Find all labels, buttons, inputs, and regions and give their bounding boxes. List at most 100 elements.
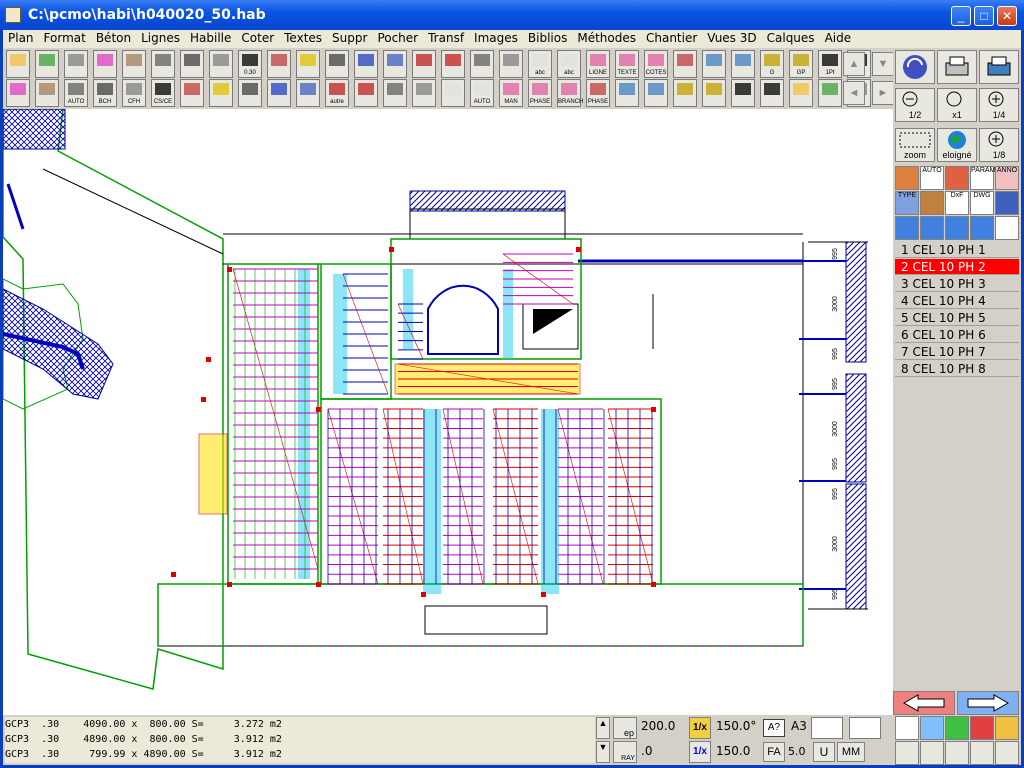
anno-button[interactable]: ANNO xyxy=(995,166,1019,190)
toolbar-button[interactable] xyxy=(702,79,726,107)
menu-item[interactable]: Méthodes xyxy=(572,30,641,45)
toolbar-button[interactable] xyxy=(64,50,88,78)
toolbar-button[interactable]: LIGNE xyxy=(586,50,610,78)
type-button[interactable]: TYPE xyxy=(895,191,919,215)
layer-item[interactable]: 8 CEL 10 PH 8 xyxy=(895,361,1019,377)
scroll-up-icon[interactable]: ▲ xyxy=(596,717,610,739)
menu-item[interactable]: Pocher xyxy=(372,30,423,45)
toolbar-button[interactable]: abc xyxy=(557,50,581,78)
toolbar-button[interactable] xyxy=(702,50,726,78)
fa-value[interactable]: 5.0 xyxy=(788,745,806,758)
field-box-2[interactable] xyxy=(849,717,881,739)
toolbar-button[interactable]: COTES xyxy=(644,50,668,78)
toolbar-button[interactable] xyxy=(789,79,813,107)
arc-snap-icon[interactable] xyxy=(995,716,1019,740)
toolbar-button[interactable] xyxy=(238,79,262,107)
line-snap-icon[interactable] xyxy=(970,716,994,740)
align-middle-icon[interactable] xyxy=(945,216,969,240)
onex-button-alt[interactable]: 1/x xyxy=(689,741,711,763)
toolbar-button[interactable] xyxy=(760,79,784,107)
menu-item[interactable]: Calques xyxy=(762,30,820,45)
diagonal-icon[interactable] xyxy=(970,741,994,765)
param-grid-icon[interactable] xyxy=(945,166,969,190)
toolbar-button[interactable] xyxy=(180,79,204,107)
toolbar-button[interactable]: CFH xyxy=(122,79,146,107)
toolbar-button[interactable] xyxy=(93,50,117,78)
u-button[interactable]: U xyxy=(813,742,835,762)
zoom-x1-button[interactable]: x1 xyxy=(937,88,977,122)
toolbar-button[interactable] xyxy=(412,50,436,78)
toolbar-button[interactable] xyxy=(151,50,175,78)
toolbar-button[interactable]: PHASE xyxy=(528,79,552,107)
dash-line-icon[interactable] xyxy=(920,741,944,765)
toolbar-button[interactable] xyxy=(354,50,378,78)
arrow-right-icon[interactable]: ► xyxy=(872,81,894,105)
toolbar-button[interactable] xyxy=(412,79,436,107)
book-icon[interactable] xyxy=(995,191,1019,215)
angle-value-2[interactable]: 150.0 xyxy=(716,744,750,758)
toolbar-button[interactable]: TEXTE xyxy=(615,50,639,78)
menu-item[interactable]: Images xyxy=(469,30,523,45)
toolbar-button[interactable] xyxy=(441,50,465,78)
toolbar-button[interactable] xyxy=(499,50,523,78)
drawing-canvas[interactable]: 9952000200099599530009959953000995995300… xyxy=(3,109,893,715)
menu-item[interactable]: Format xyxy=(39,30,91,45)
toolbar-button[interactable] xyxy=(35,79,59,107)
toolbar-button[interactable] xyxy=(325,50,349,78)
param-button[interactable]: PARAM xyxy=(970,166,994,190)
globe-icon[interactable]: eloigné xyxy=(937,128,977,162)
menu-item[interactable]: Textes xyxy=(279,30,327,45)
layer-item[interactable]: 7 CEL 10 PH 7 xyxy=(895,344,1019,360)
ruler-icon[interactable] xyxy=(895,166,919,190)
zoom-out-half-button[interactable]: 1/2 xyxy=(895,88,935,122)
app-icon[interactable] xyxy=(5,7,21,23)
toolbar-button[interactable]: autre xyxy=(325,79,349,107)
refresh-icon[interactable] xyxy=(895,50,935,84)
arrow-up-icon[interactable]: ▲ xyxy=(843,52,865,76)
toolbar-button[interactable] xyxy=(383,79,407,107)
toolbar-button[interactable] xyxy=(731,50,755,78)
toolbar-button[interactable] xyxy=(122,50,146,78)
align-center-icon[interactable] xyxy=(920,216,944,240)
toolbar-button[interactable] xyxy=(383,50,407,78)
toolbar-button[interactable] xyxy=(267,50,291,78)
toolbar-button[interactable]: 0.30 xyxy=(238,50,262,78)
circle-snap-icon[interactable] xyxy=(945,741,969,765)
toolbar-button[interactable] xyxy=(673,50,697,78)
arrow-left-icon[interactable] xyxy=(893,691,955,715)
close-icon[interactable]: ✕ xyxy=(997,6,1017,26)
toolbar-button[interactable] xyxy=(267,79,291,107)
menu-item[interactable]: Suppr xyxy=(327,30,372,45)
toolbar-button[interactable]: BRANCH xyxy=(557,79,581,107)
toolbar-button[interactable]: BCH xyxy=(93,79,117,107)
mm-button[interactable]: MM xyxy=(837,742,865,762)
field-box-1[interactable] xyxy=(811,717,843,739)
toolbar-button[interactable] xyxy=(615,79,639,107)
toolbar-button[interactable]: abc xyxy=(528,50,552,78)
zoom-eighth-button[interactable]: 1/8 xyxy=(979,128,1019,162)
toolbar-button[interactable] xyxy=(209,79,233,107)
toolbar-button[interactable]: PHASE xyxy=(586,79,610,107)
menu-item[interactable]: Transf xyxy=(423,30,469,45)
eraser-icon[interactable] xyxy=(995,216,1019,240)
toolbar-button[interactable] xyxy=(441,79,465,107)
onex-button[interactable]: 1/x xyxy=(689,717,711,739)
toolbar-button[interactable] xyxy=(296,50,320,78)
toolbar-button[interactable] xyxy=(6,50,30,78)
toolbar-button[interactable] xyxy=(731,79,755,107)
menu-item[interactable]: Habille xyxy=(185,30,236,45)
ep-value[interactable]: 200.0 xyxy=(641,719,675,733)
maximize-icon[interactable]: □ xyxy=(974,6,994,26)
dwg-button[interactable]: DWG xyxy=(970,191,994,215)
point-snap-icon[interactable] xyxy=(895,716,919,740)
toolbar-button[interactable]: 1Pt xyxy=(818,50,842,78)
layer-item[interactable]: 3 CEL 10 PH 3 xyxy=(895,276,1019,292)
menu-item[interactable]: Biblios xyxy=(523,30,572,45)
toolbar-button[interactable] xyxy=(818,79,842,107)
ep-button[interactable]: ep xyxy=(613,717,637,739)
toolbar-button[interactable]: MAN xyxy=(499,79,523,107)
arrow-right-icon[interactable] xyxy=(957,691,1019,715)
toolbar-button[interactable] xyxy=(180,50,204,78)
menu-item[interactable]: Chantier xyxy=(641,30,702,45)
layer-item[interactable]: 2 CEL 10 PH 2 xyxy=(895,259,1019,275)
